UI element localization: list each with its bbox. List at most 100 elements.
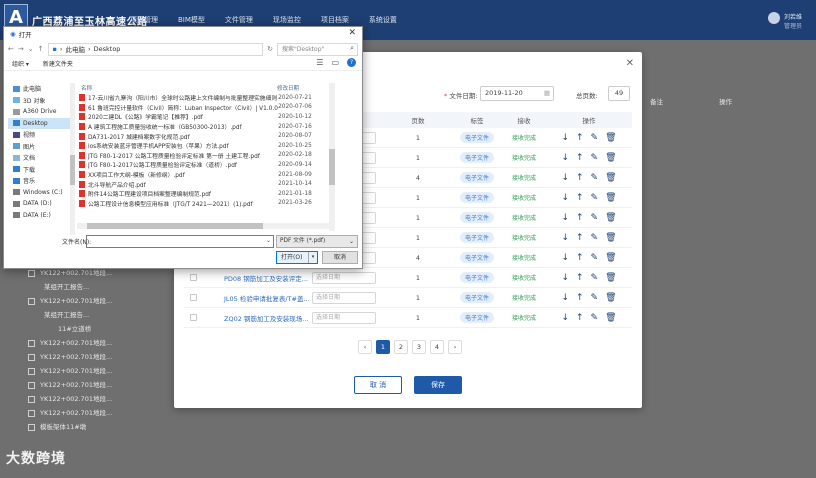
- move-down-icon[interactable]: ↓: [561, 133, 569, 143]
- row-date-input[interactable]: 选择日期: [312, 291, 384, 304]
- nav-desktop[interactable]: Desktop: [8, 117, 70, 129]
- edit-icon[interactable]: ✎: [591, 253, 599, 263]
- nav-downloads[interactable]: 下载: [8, 164, 70, 176]
- total-pages-input[interactable]: 49: [608, 86, 630, 101]
- row-date-input[interactable]: 选择日期: [312, 271, 384, 284]
- chevron-down-icon[interactable]: ⌄: [28, 45, 34, 53]
- row-date-input[interactable]: 选择日期: [312, 311, 384, 324]
- row-checkbox[interactable]: [184, 314, 202, 321]
- nav-item-archive[interactable]: 项目档案: [321, 15, 349, 25]
- move-down-icon[interactable]: ↓: [561, 213, 569, 223]
- nav-3d-objects[interactable]: 3D 对象: [8, 95, 70, 107]
- checkbox-box[interactable]: [189, 294, 197, 301]
- page-button[interactable]: 1: [376, 340, 390, 354]
- edit-icon[interactable]: ✎: [591, 293, 599, 303]
- date-placeholder[interactable]: 选择日期: [312, 311, 376, 324]
- move-down-icon[interactable]: ↓: [561, 273, 569, 283]
- save-button[interactable]: 保存: [414, 376, 462, 394]
- date-placeholder[interactable]: 选择日期: [312, 291, 376, 304]
- file-item[interactable]: JTG F80-1-2017公路工程质量检验评定标准（道桥）.pdf 2020-0…: [77, 160, 329, 170]
- move-up-icon[interactable]: ↑: [576, 273, 584, 283]
- date-placeholder[interactable]: 选择日期: [312, 271, 376, 284]
- address-bar[interactable]: ▪ › 此电脑 › Desktop: [47, 42, 264, 56]
- avatar[interactable]: [768, 12, 780, 24]
- new-folder-button[interactable]: 新建文件夹: [43, 59, 73, 68]
- delete-icon[interactable]: 🗑: [605, 273, 616, 283]
- file-item[interactable]: 17-云川省九寨沟（阳川市）全球时公路建上文件编制与批量整理实施细则（20200…: [77, 93, 329, 103]
- nav-drive-d[interactable]: DATA (D:): [8, 198, 70, 210]
- page-button[interactable]: 4: [430, 340, 444, 354]
- nav-music[interactable]: 音乐: [8, 175, 70, 187]
- edit-icon[interactable]: ✎: [591, 233, 599, 243]
- row-file-name[interactable]: ZQ02 钢筋加工及安装现场...: [202, 313, 312, 323]
- edit-icon[interactable]: ✎: [591, 173, 599, 183]
- row-checkbox[interactable]: [184, 274, 202, 281]
- move-up-icon[interactable]: ↑: [576, 293, 584, 303]
- next-page-button[interactable]: ›: [448, 340, 462, 354]
- file-item[interactable]: 附件14公路工程建设项目档案整理编制规范.pdf 2021-01-18: [77, 189, 329, 199]
- scrollbar-thumb[interactable]: [70, 155, 75, 185]
- move-up-icon[interactable]: ↑: [576, 213, 584, 223]
- scrollbar-thumb[interactable]: [329, 149, 335, 185]
- delete-icon[interactable]: 🗑: [605, 153, 616, 163]
- delete-icon[interactable]: 🗑: [605, 293, 616, 303]
- row-file-name[interactable]: PD08 钢筋加工及安装评定...: [202, 273, 312, 283]
- move-up-icon[interactable]: ↑: [576, 313, 584, 323]
- close-icon[interactable]: ✕: [626, 58, 634, 69]
- refresh-icon[interactable]: ↻: [267, 45, 273, 53]
- file-item[interactable]: JTG F80-1-2017 公路工程质量检验评定标准 第一册 土建工程.pdf…: [77, 151, 329, 161]
- move-up-icon[interactable]: ↑: [576, 193, 584, 203]
- breadcrumb-desktop[interactable]: Desktop: [94, 45, 121, 53]
- nav-item-monitor[interactable]: 现场监控: [273, 15, 301, 25]
- column-date[interactable]: 修改日期: [277, 84, 299, 92]
- view-mode-icon[interactable]: ☰: [316, 58, 323, 67]
- chevron-down-icon[interactable]: ⌄: [266, 237, 271, 244]
- forward-arrow-icon[interactable]: →: [18, 45, 24, 53]
- file-item[interactable]: XX项目工作大纲-模板（新修纲）.pdf 2021-08-09: [77, 170, 329, 180]
- checkbox-box[interactable]: [189, 314, 197, 321]
- cancel-button[interactable]: 取 消: [354, 376, 402, 394]
- delete-icon[interactable]: 🗑: [605, 133, 616, 143]
- nav-documents[interactable]: 文档: [8, 152, 70, 164]
- organize-button[interactable]: 组织 ▾: [12, 59, 29, 68]
- help-icon[interactable]: ?: [347, 58, 356, 67]
- file-list-hscrollbar[interactable]: [77, 223, 329, 229]
- file-item[interactable]: 61 鲁班完控计量软件（Civil）简称：Luban Inspector（Civ…: [77, 103, 329, 113]
- file-item[interactable]: 2020二建DL《公路》学霸笔记【推荐】.pdf 2020-10-12: [77, 112, 329, 122]
- nav-item-settings[interactable]: 系统设置: [369, 15, 397, 25]
- prev-page-button[interactable]: ‹: [358, 340, 372, 354]
- delete-icon[interactable]: 🗑: [605, 173, 616, 183]
- delete-icon[interactable]: 🗑: [605, 233, 616, 243]
- edit-icon[interactable]: ✎: [591, 193, 599, 203]
- delete-icon[interactable]: 🗑: [605, 193, 616, 203]
- file-item[interactable]: ios系统安装蓝牙管理手机APP安装包（苹果）方法.pdf 2020-10-25: [77, 141, 329, 151]
- nav-pictures[interactable]: 图片: [8, 141, 70, 153]
- back-arrow-icon[interactable]: ←: [8, 45, 14, 53]
- column-name[interactable]: 名称: [77, 84, 277, 92]
- nav-scrollbar[interactable]: [70, 83, 75, 235]
- filetype-select[interactable]: PDF 文件 (*.pdf) ⌄: [276, 235, 358, 248]
- preview-pane-icon[interactable]: ▭: [331, 58, 339, 67]
- edit-icon[interactable]: ✎: [591, 273, 599, 283]
- filename-input[interactable]: ⌄: [86, 235, 274, 248]
- move-down-icon[interactable]: ↓: [561, 253, 569, 263]
- move-up-icon[interactable]: ↑: [576, 153, 584, 163]
- edit-icon[interactable]: ✎: [591, 153, 599, 163]
- close-icon[interactable]: ✕: [348, 28, 356, 38]
- delete-icon[interactable]: 🗑: [605, 313, 616, 323]
- move-down-icon[interactable]: ↓: [561, 293, 569, 303]
- file-item[interactable]: A 建筑工程施工质量验收统一标准（GB50300-2013）.pdf 2020-0…: [77, 122, 329, 132]
- file-item[interactable]: 公路工程设计信息模型应用标准（JTG/T 2421—2021）(1).pdf 20…: [77, 199, 329, 209]
- edit-icon[interactable]: ✎: [591, 313, 599, 323]
- file-date-input[interactable]: 2019-11-20 ▦: [480, 86, 554, 101]
- checkbox-box[interactable]: [189, 274, 197, 281]
- move-up-icon[interactable]: ↑: [576, 253, 584, 263]
- move-down-icon[interactable]: ↓: [561, 233, 569, 243]
- move-up-icon[interactable]: ↑: [576, 233, 584, 243]
- move-down-icon[interactable]: ↓: [561, 313, 569, 323]
- dialog-cancel-button[interactable]: 取消: [322, 251, 358, 264]
- nav-item-bim[interactable]: BIM模型: [178, 15, 205, 25]
- nav-this-pc[interactable]: 此电脑: [8, 83, 70, 95]
- page-button[interactable]: 3: [412, 340, 426, 354]
- move-down-icon[interactable]: ↓: [561, 173, 569, 183]
